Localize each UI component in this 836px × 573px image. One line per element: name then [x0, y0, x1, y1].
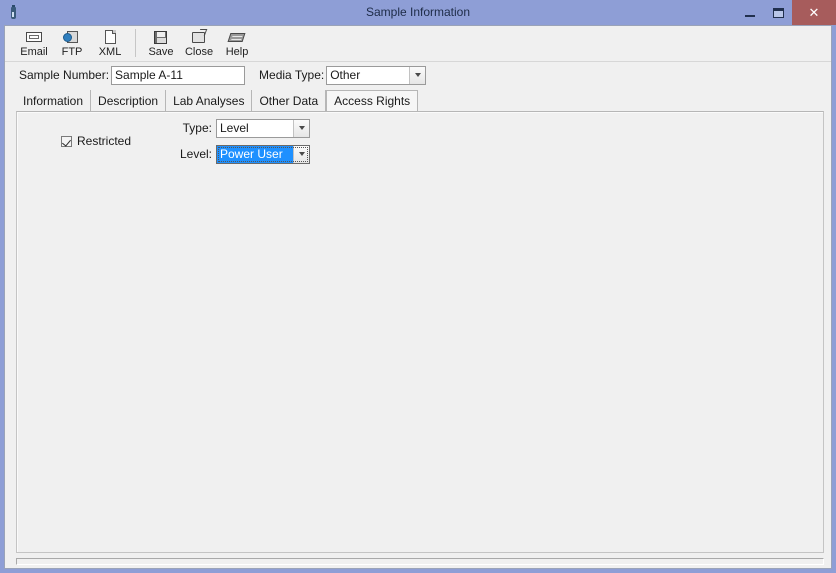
type-label: Type: [182, 121, 212, 135]
chevron-down-icon[interactable] [293, 119, 309, 137]
toolbar-button-xml[interactable]: XML [91, 28, 129, 61]
help-book-icon [227, 29, 247, 45]
chevron-down-icon[interactable] [293, 145, 309, 163]
toolbar-button-close[interactable]: Close [180, 28, 218, 61]
ftp-icon [62, 29, 82, 45]
toolbar-label-email: Email [20, 46, 48, 58]
toolbar-label-close: Close [184, 46, 214, 58]
save-icon [151, 29, 171, 45]
tab-other-data[interactable]: Other Data [252, 90, 327, 111]
maximize-icon [772, 7, 784, 18]
level-label: Level: [179, 147, 212, 161]
media-type-combo[interactable]: Other [326, 65, 427, 85]
status-strip [16, 558, 824, 565]
toolbar-separator [135, 29, 136, 57]
toolbar: Email FTP XML Save Close Help [5, 26, 831, 62]
toolbar-label-xml: XML [98, 46, 122, 58]
sample-number-label: Sample Number: [19, 68, 110, 82]
tab-description[interactable]: Description [91, 90, 167, 111]
toolbar-button-email[interactable]: Email [15, 28, 53, 61]
field-level: Level: Power User [176, 144, 310, 164]
close-button[interactable]: ✕ [792, 0, 836, 25]
type-value: Level [220, 120, 249, 135]
window-controls: ✕ [736, 0, 836, 25]
level-combo[interactable]: Power User [216, 144, 310, 164]
minimize-button[interactable] [736, 0, 764, 25]
email-icon [24, 29, 44, 45]
toolbar-button-save[interactable]: Save [142, 28, 180, 61]
xml-icon [100, 29, 120, 45]
level-value: Power User [217, 145, 293, 163]
title-bar[interactable]: Sample Information ✕ [0, 0, 836, 25]
tab-strip: Information Description Lab Analyses Oth… [5, 88, 831, 112]
header-fields-row: Sample Number: Sample A-11 Media Type: O… [5, 62, 831, 88]
media-type-value: Other [330, 67, 361, 82]
close-folder-icon [189, 29, 209, 45]
flask-icon [5, 4, 23, 22]
form-row-type: Restricted Type: Level Level: Power User [17, 118, 823, 164]
toolbar-button-ftp[interactable]: FTP [53, 28, 91, 61]
minimize-icon [745, 14, 755, 17]
restricted-checkbox[interactable] [61, 135, 72, 147]
restricted-label: Restricted [77, 134, 132, 148]
window-title: Sample Information [365, 5, 471, 19]
toolbar-button-help[interactable]: Help [218, 28, 256, 61]
tab-panel-access-rights: Restricted Type: Level Level: Power User [16, 111, 824, 553]
maximize-button[interactable] [764, 0, 792, 25]
field-type: Type: Level [176, 118, 310, 138]
type-combo[interactable]: Level [216, 118, 310, 138]
toolbar-label-save: Save [148, 46, 174, 58]
tab-information[interactable]: Information [16, 90, 92, 111]
tab-access-rights[interactable]: Access Rights [326, 90, 419, 112]
chevron-down-icon[interactable] [409, 66, 426, 84]
access-fields: Type: Level Level: Power User [176, 118, 310, 164]
media-type-label: Media Type: [259, 68, 325, 82]
access-rights-form: Restricted Type: Level Level: Power User [17, 112, 823, 164]
toolbar-label-ftp: FTP [61, 46, 83, 58]
tab-lab-analyses[interactable]: Lab Analyses [166, 90, 253, 111]
restricted-checkbox-wrap[interactable]: Restricted [61, 134, 171, 148]
sample-information-window: Sample Information ✕ Email FTP XML Save … [0, 0, 836, 573]
toolbar-label-help: Help [225, 46, 249, 58]
client-area: Email FTP XML Save Close Help Sample Num… [4, 25, 832, 569]
sample-number-input[interactable]: Sample A-11 [111, 65, 246, 85]
